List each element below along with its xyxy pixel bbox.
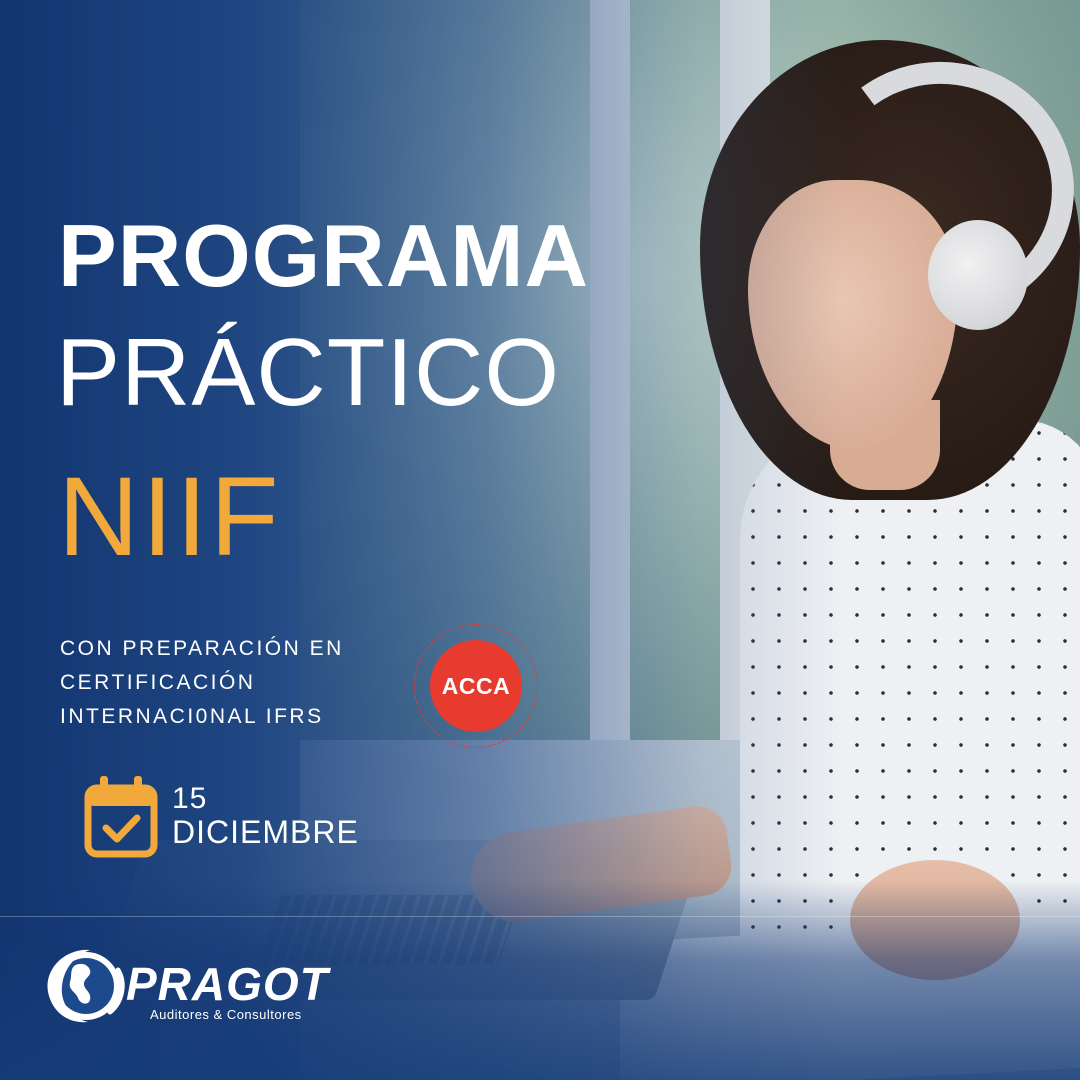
event-day: 15 (172, 782, 208, 815)
promo-poster: PROGRAMA PRÁCTICO NIIF CON PREPARACIÓN E… (0, 0, 1080, 1080)
acca-badge: ACCA (430, 640, 522, 732)
subtitle-line-2: CERTIFICACIÓN (60, 671, 256, 694)
headline-programa: PROGRAMA (58, 206, 590, 305)
headline-practico: PRÁCTICO (56, 319, 561, 426)
brand-name: PRAGOT (126, 958, 329, 1010)
footer-divider (0, 916, 1080, 917)
brand-tagline: Auditores & Consultores (150, 1007, 302, 1022)
subtitle-line-3: INTERNACI0NAL IFRS (60, 705, 324, 728)
headline-niif: NIIF (58, 454, 282, 579)
globe-logo-icon (47, 949, 125, 1023)
calendar-check-icon (84, 776, 158, 858)
subtitle: CON PREPARACIÓN EN CERTIFICACIÓN INTERNA… (60, 632, 344, 734)
subtitle-line-1: CON PREPARACIÓN EN (60, 637, 344, 660)
event-month: DICIEMBRE (172, 814, 359, 850)
